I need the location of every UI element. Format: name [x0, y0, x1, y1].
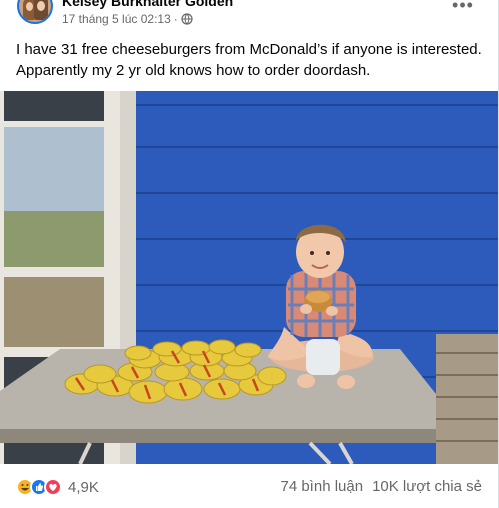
author-name[interactable]: Kelsey Burkhalter Golden: [62, 0, 233, 9]
reaction-count[interactable]: 4,9K: [68, 479, 99, 496]
post-timestamp[interactable]: 17 tháng 5 lúc 02:13: [62, 12, 171, 26]
meta-separator: ·: [173, 12, 178, 26]
globe-icon[interactable]: [181, 13, 193, 25]
post-photo[interactable]: [0, 91, 498, 464]
post-header: Kelsey Burkhalter Golden 17 tháng 5 lúc …: [0, 0, 499, 36]
comments-count[interactable]: 74 bình luận: [280, 478, 363, 495]
facebook-post: Kelsey Burkhalter Golden 17 tháng 5 lúc …: [0, 0, 499, 508]
post-meta: 17 tháng 5 lúc 02:13 ·: [62, 12, 193, 26]
more-options-button[interactable]: •••: [451, 0, 475, 18]
post-stats: 74 bình luận 10K lượt chia sẻ: [280, 478, 482, 495]
post-text: I have 31 free cheeseburgers from McDona…: [16, 41, 482, 79]
photo-illustration: [0, 91, 498, 464]
shares-count[interactable]: 10K lượt chia sẻ: [372, 478, 482, 495]
author-avatar[interactable]: [17, 0, 53, 24]
love-icon: [44, 478, 62, 496]
reactions-summary[interactable]: 4,9K: [16, 476, 99, 498]
